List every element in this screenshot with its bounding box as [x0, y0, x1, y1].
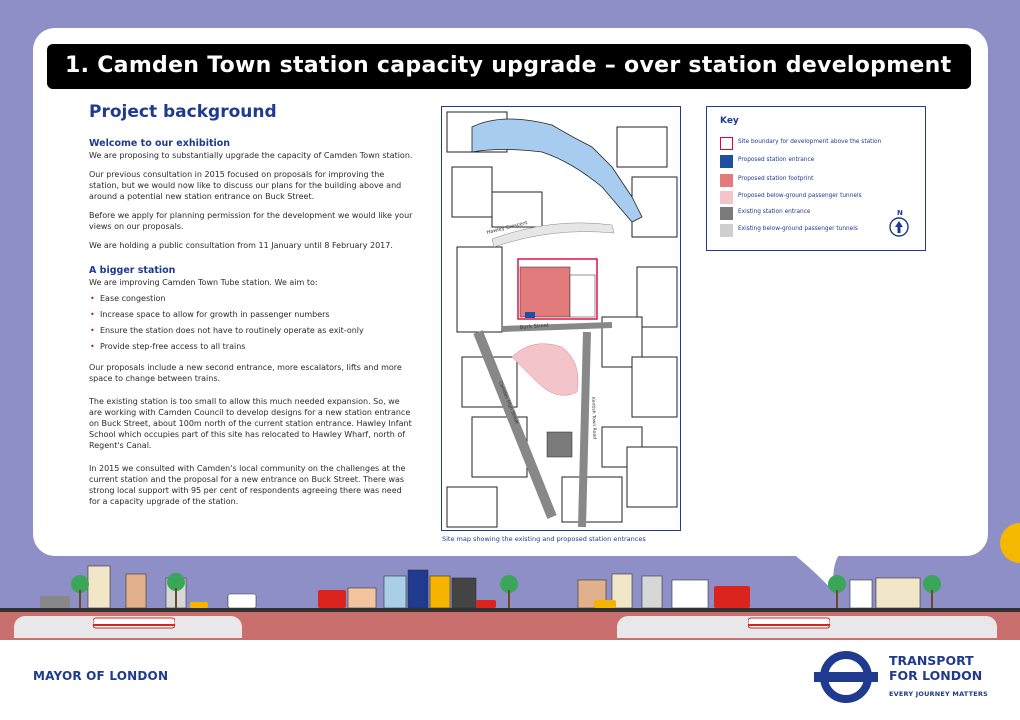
paragraph: In 2015 we consulted with Camden's local… [89, 464, 406, 506]
aims-list: Ease congestion Increase space to allow … [89, 293, 414, 352]
key-label: Site boundary for development above the … [738, 139, 882, 145]
site-map-drawing: Hawley Crescent Buck Street Camden High … [446, 111, 678, 528]
list-item: Increase space to allow for growth in pa… [89, 309, 414, 320]
title-bar: 1. Camden Town station capacity upgrade … [47, 44, 971, 89]
tfl-line2: FOR LONDON [889, 668, 983, 683]
paragraph: We are proposing to substantially upgrad… [89, 151, 413, 160]
paragraph: Before we apply for planning permission … [89, 211, 413, 231]
body-text-column: Welcome to our exhibition We are proposi… [89, 138, 414, 515]
north-arrow-icon [889, 217, 909, 237]
mayor-of-london-logo: MAYOR OF LONDON [33, 669, 169, 683]
tfl-wordmark: TRANSPORT FOR LONDON [889, 653, 982, 683]
list-item: Ease congestion [89, 293, 414, 304]
key-label: Proposed below-ground passenger tunnels [738, 193, 862, 199]
key-swatch [720, 207, 733, 220]
north-label: N [897, 209, 903, 217]
site-map: Hawley Crescent Buck Street Camden High … [441, 106, 681, 531]
key-swatch [720, 155, 733, 168]
list-item: Ensure the station does not have to rout… [89, 325, 414, 336]
welcome-heading: Welcome to our exhibition [89, 138, 231, 149]
key-label: Existing below-ground passenger tunnels [738, 226, 858, 232]
street-scene-illustration [0, 565, 1020, 614]
key-label: Proposed station footprint [738, 176, 814, 182]
key-swatch [720, 191, 733, 204]
bigger-station-heading: A bigger station [89, 265, 176, 276]
map-key: Key Site boundary for development above … [706, 106, 926, 251]
key-swatch [720, 224, 733, 237]
page-title: 1. Camden Town station capacity upgrade … [65, 53, 952, 78]
tfl-roundel-logo [814, 651, 878, 703]
tfl-line1: TRANSPORT [889, 653, 974, 668]
paragraph: Our proposals include a new second entra… [89, 363, 402, 383]
paragraph: We are holding a public consultation fro… [89, 241, 393, 250]
key-swatch [720, 174, 733, 187]
key-title: Key [720, 116, 739, 126]
paragraph: We are improving Camden Town Tube statio… [89, 278, 318, 287]
tfl-tagline: EVERY JOURNEY MATTERS [889, 690, 988, 698]
tube-train-icon [93, 617, 175, 629]
paragraph: The existing station is too small to all… [89, 397, 412, 450]
tube-train-icon [748, 617, 830, 629]
key-label: Proposed station entrance [738, 157, 815, 163]
street-label: Kentish Town Road [590, 397, 597, 439]
paragraph: Our previous consultation in 2015 focuse… [89, 170, 402, 201]
key-swatch [720, 137, 733, 150]
list-item: Provide step-free access to all trains [89, 341, 414, 352]
section-heading: Project background [89, 102, 277, 122]
key-label: Existing station entrance [738, 209, 811, 215]
map-caption: Site map showing the existing and propos… [442, 535, 646, 543]
